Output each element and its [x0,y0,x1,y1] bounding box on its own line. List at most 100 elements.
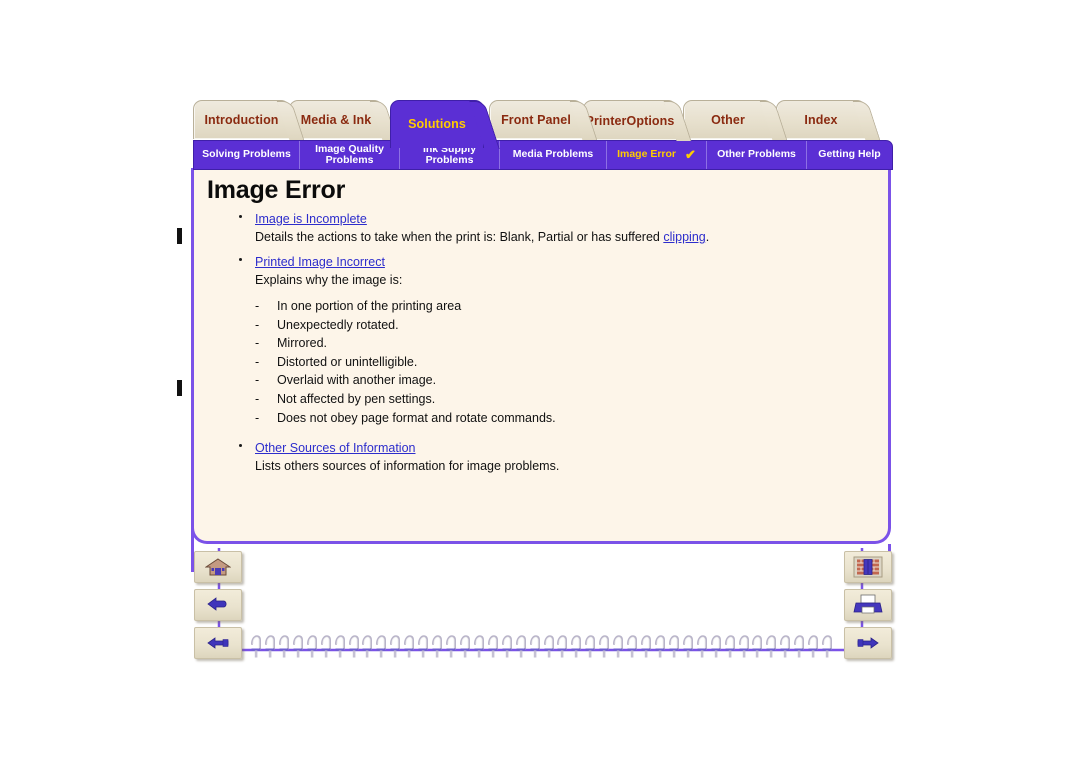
hand-left-icon [207,637,229,649]
topic-link[interactable]: Printed Image Incorrect [255,255,385,269]
spiral-coil [291,631,305,659]
spiral-coil [569,631,583,659]
sub-tab-other-problems[interactable]: Other Problems [707,141,807,169]
sub-tab-getting-help[interactable]: Getting Help [807,141,892,169]
home-icon [205,558,231,576]
main-tab-introduction[interactable]: Introduction [193,100,290,139]
dash-marker: - [255,410,260,425]
spiral-binding [249,631,834,659]
sub-tab-label: Image Error [617,149,676,161]
home-button[interactable] [194,551,242,583]
spiral-coil [500,631,514,659]
topic-description: Explains why the image is: [255,271,869,288]
spiral-coil [778,631,792,659]
sub-tab-label-line: Problems [425,154,474,166]
sub-item: - Overlaid with another image. [255,371,869,390]
spiral-coil [458,631,472,659]
main-tab-label: Other [711,112,745,127]
spiral-coil [277,631,291,659]
sub-item: - Unexpectedly rotated. [255,316,869,335]
sub-tab-label-line: Problems [325,154,374,166]
spiral-coil [305,631,319,659]
sub-item-label: In one portion of the printing area [277,299,462,313]
sub-tab-label: Solving Problems [202,149,291,161]
sub-tab-image-error[interactable]: Image Error ✔ [607,141,707,169]
sub-tab-label-line: Media Problems [512,148,594,161]
sub-item-label: Distorted or unintelligible. [277,354,418,369]
spiral-coil [388,631,402,659]
main-tab-solutions[interactable]: Solutions [390,100,484,148]
checkmark-icon: ✔ [685,147,696,163]
sub-tab-media-problems[interactable]: Media Problems [500,141,607,169]
spiral-coil [653,631,667,659]
main-tab-front-panel[interactable]: Front Panel [489,100,583,139]
spiral-coil [806,631,820,659]
sub-tab-image-quality-problems[interactable]: Image Quality Problems [300,141,400,169]
sub-tab-label-line: Image Error [617,148,677,161]
spiral-coil [528,631,542,659]
bullet-icon [239,215,242,218]
topic-item: Other Sources of Information Lists others… [239,439,869,474]
index-book-icon [853,556,883,578]
main-tab-index[interactable]: Index [776,100,866,139]
main-tab-label: Solutions [408,117,466,131]
back-arrow-icon [207,597,227,611]
previous-page-button[interactable] [194,627,242,659]
next-page-button[interactable] [844,627,892,659]
topic-description: Lists others sources of information for … [255,457,869,474]
topic-description-text: Details the actions to take when the pri… [255,230,664,244]
dash-marker: - [255,373,260,388]
spiral-coil [514,631,528,659]
change-bar-2 [177,380,182,396]
main-tab-media-ink[interactable]: Media & Ink [289,100,383,139]
spiral-coil [709,631,723,659]
spiral-coil [416,631,430,659]
spiral-coil [402,631,416,659]
sub-item: - Does not obey page format and rotate co… [255,409,869,428]
topic-description-text: Explains why the image is: [255,273,403,287]
index-button[interactable] [844,551,892,583]
topic-link[interactable]: Other Sources of Information [255,441,416,455]
printer-icon [853,594,883,614]
inline-link[interactable]: clipping [663,230,705,244]
print-button[interactable] [844,589,892,621]
sub-item-label: Unexpectedly rotated. [277,317,399,332]
sub-tab-solving-problems[interactable]: Solving Problems [194,141,300,169]
sub-item: - Distorted or unintelligible. [255,353,869,372]
sub-tab-label: Getting Help [818,149,880,161]
topic-link[interactable]: Image is Incomplete [255,212,367,226]
spiral-coil [764,631,778,659]
main-tab-other[interactable]: Other [683,100,773,139]
dash-marker: - [255,354,260,369]
sub-tab-bar: Solving Problems Image Quality Problems Ink… [193,140,893,170]
back-button[interactable] [194,589,242,621]
sub-tab-label: Other Problems [717,149,796,161]
sub-item: - In one portion of the printing area [255,297,869,316]
spiral-coil [625,631,639,659]
bullet-icon [239,258,242,261]
topic-description: Details the actions to take when the pri… [255,228,869,245]
sub-item-label: Not affected by pen settings. [277,391,436,406]
sub-tab-label-line: Solving Problems [202,148,291,161]
sub-tab-label: Image Quality Problems [315,143,384,167]
spiral-coil [639,631,653,659]
spiral-coil [430,631,444,659]
dash-marker: - [255,299,260,313]
spiral-coil [583,631,597,659]
bullet-icon [239,444,242,448]
spiral-coil [249,631,263,659]
spiral-coil [737,631,751,659]
sub-tab-label-line: Getting Help [818,148,881,161]
spiral-coil [555,631,569,659]
main-tab-printer-options[interactable]: Printer Options [583,100,677,140]
spiral-coil [333,631,347,659]
spiral-coil [360,631,374,659]
dash-marker: - [255,391,260,406]
sub-item-label: Does not obey page format and rotate com… [277,410,556,425]
spiral-coil [750,631,764,659]
page-title: Image Error [207,176,346,204]
dash-marker: - [255,336,260,351]
spiral-coil [542,631,556,659]
content-page: Image Error Image is Incomplete Details t… [191,168,891,544]
page-root: Introduction Media & Ink Solutions Front Pa… [0,0,1080,763]
